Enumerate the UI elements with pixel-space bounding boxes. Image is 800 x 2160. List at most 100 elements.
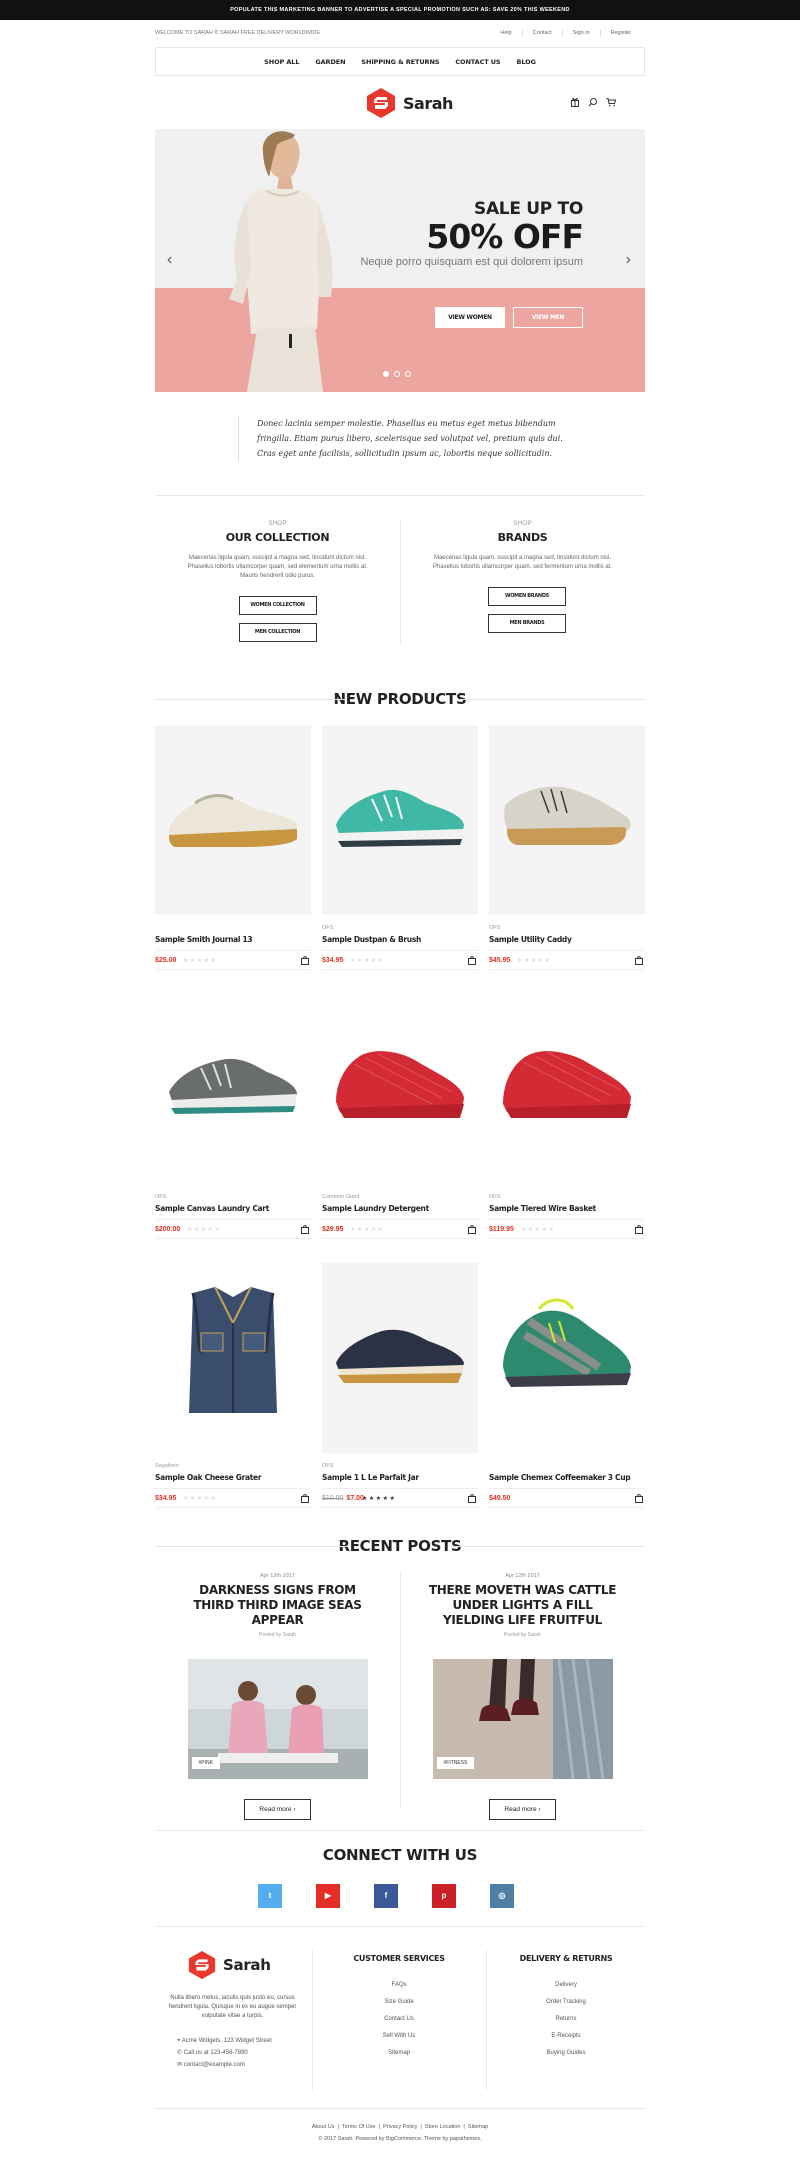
phone-icon: ✆ [177,2050,183,2056]
read-more-button[interactable]: Read more › [244,1799,311,1820]
product-image[interactable] [155,725,311,915]
contact-link[interactable]: Contact [521,30,552,36]
bottom-link-store-location[interactable]: Store Location [425,2124,460,2130]
footer-logo[interactable]: Sarah [187,1950,310,1980]
bottom-link-about[interactable]: About Us [312,2124,335,2130]
hero-line-1: SALE UP TO [474,199,583,219]
product-name[interactable]: Sample 1 L Le Parfait Jar [322,1473,478,1482]
product-card[interactable]: OFS Sample Canvas Laundry Cart $200.00 ★… [155,994,311,1239]
product-card[interactable]: Common Good Sample Laundry Detergent $29… [322,994,478,1239]
bottom-link-privacy[interactable]: Privacy Policy [383,2124,417,2130]
product-name[interactable]: Sample Tiered Wire Basket [489,1204,645,1213]
pinterest-icon[interactable]: p [432,1884,456,1908]
view-women-button[interactable]: VIEW WOMEN [435,307,505,328]
bottom-link-terms[interactable]: Terms Of Use [342,2124,376,2130]
post-tag[interactable]: #FITNESS [436,1757,475,1769]
post-title[interactable]: DARKNESS SIGNS FROM THIRD THIRD IMAGE SE… [178,1583,378,1628]
product-name[interactable]: Sample Laundry Detergent [322,1204,478,1213]
nav-shop-all[interactable]: SHOP ALL [264,58,299,66]
twitter-icon[interactable]: t [258,1884,282,1908]
nav-shipping-returns[interactable]: SHIPPING & RETURNS [361,58,439,66]
slide-dot[interactable] [405,371,411,377]
add-to-cart-icon[interactable] [301,1494,309,1503]
help-link[interactable]: Help [500,30,511,36]
product-brand [155,925,311,932]
view-men-button[interactable]: VIEW MEN [513,307,583,328]
add-to-cart-icon[interactable] [301,1225,309,1234]
product-name[interactable]: Sample Canvas Laundry Cart [155,1204,311,1213]
footer-link-sitemap[interactable]: Sitemap [313,2045,485,2062]
nav-contact-us[interactable]: CONTACT US [455,58,500,66]
slide-dot[interactable] [394,371,400,377]
post-tag[interactable]: #PINK [191,1757,220,1769]
product-meta: $25.00 ★★★★★ [155,950,311,970]
product-name[interactable]: Sample Chemex Coffeemaker 3 Cup [489,1473,645,1482]
product-image[interactable] [322,1263,478,1453]
gift-icon[interactable] [570,97,580,107]
prev-slide-icon[interactable]: ‹ [167,251,172,269]
footer-link-order-tracking[interactable]: Order Tracking [487,1994,645,2011]
hero-slider[interactable]: SALE UP TO 50% OFF Neque porro quisquam … [155,129,645,392]
nav-blog[interactable]: BLOG [517,58,536,66]
product-name[interactable]: Sample Oak Cheese Grater [155,1473,311,1482]
instagram-icon[interactable]: ◎ [490,1884,514,1908]
product-card[interactable]: OFS Sample Tiered Wire Basket $119.95 ★★… [489,994,645,1239]
product-image[interactable] [155,1263,311,1453]
product-image[interactable] [489,1263,645,1453]
add-to-cart-icon[interactable] [468,956,476,965]
product-card[interactable]: OFS Sample 1 L Le Parfait Jar $10.00 $7.0… [322,1263,478,1508]
post-image[interactable]: #PINK [187,1659,368,1779]
add-to-cart-icon[interactable] [468,1494,476,1503]
product-image[interactable] [489,994,645,1184]
cart-icon[interactable] [606,97,617,107]
footer-delivery: DELIVERY & RETURNS Delivery Order Tracki… [487,1950,645,2062]
register-link[interactable]: Register [599,30,631,36]
product-image[interactable] [322,994,478,1184]
site-logo[interactable]: Sarah [365,85,453,121]
product-image[interactable] [322,725,478,915]
post-title[interactable]: THERE MOVETH WAS CATTLE UNDER LIGHTS A F… [423,1583,623,1628]
add-to-cart-icon[interactable] [468,1225,476,1234]
slide-dot[interactable] [383,371,389,377]
product-card[interactable]: OFS Sample Dustpan & Brush $34.95 ★★★★★ [322,725,478,970]
men-brands-button[interactable]: MEN BRANDS [488,614,566,633]
footer-link-delivery[interactable]: Delivery [487,1977,645,1994]
footer-link-faqs[interactable]: FAQs [313,1977,485,1994]
footer-link-size-guide[interactable]: Size Guide [313,1994,485,2011]
facebook-icon[interactable]: f [374,1884,398,1908]
footer-link-buying-guides[interactable]: Buying Guides [487,2045,645,2062]
footer-link-contact-us[interactable]: Contact Us [313,2011,485,2028]
sign-in-link[interactable]: Sign in [561,30,590,36]
footer-customer-services: CUSTOMER SERVICES FAQs Size Guide Contac… [313,1950,485,2062]
footer-email[interactable]: ✉ contact@example.com [177,2059,310,2071]
add-to-cart-icon[interactable] [635,956,643,965]
read-more-button[interactable]: Read more › [489,1799,556,1820]
add-to-cart-icon[interactable] [635,1225,643,1234]
search-icon[interactable] [588,97,598,107]
footer-phone[interactable]: ✆ Call us at 123-456-7890 [177,2047,310,2059]
post-image[interactable]: #FITNESS [432,1658,613,1780]
women-collection-button[interactable]: WOMEN COLLECTION [238,596,317,615]
youtube-icon[interactable]: ▶ [316,1884,340,1908]
footer-link-e-receipts[interactable]: E-Receipts [487,2028,645,2045]
add-to-cart-icon[interactable] [635,1494,643,1503]
next-slide-icon[interactable]: › [626,251,631,269]
product-image[interactable] [155,994,311,1184]
product-card[interactable]: Sagaform Sample Oak Cheese Grater $34.95… [155,1263,311,1508]
product-card[interactable]: Sample Smith Journal 13 $25.00 ★★★★★ [155,725,311,970]
product-name[interactable]: Sample Dustpan & Brush [322,935,478,944]
product-name[interactable]: Sample Utility Caddy [489,935,645,944]
bottom-link-sitemap[interactable]: Sitemap [468,2124,488,2130]
product-meta: $10.00 $7.00 ★★★★★ [322,1488,478,1508]
product-card[interactable]: OFS Sample Utility Caddy $45.95 ★★★★★ [489,725,645,970]
women-brands-button[interactable]: WOMEN BRANDS [488,587,566,606]
men-collection-button[interactable]: MEN COLLECTION [238,623,317,642]
logo-text: Sarah [223,1956,271,1974]
add-to-cart-icon[interactable] [301,956,309,965]
product-name[interactable]: Sample Smith Journal 13 [155,935,311,944]
product-image[interactable] [489,725,645,915]
nav-garden[interactable]: GARDEN [315,58,345,66]
product-card[interactable]: Sample Chemex Coffeemaker 3 Cup $49.50 [489,1263,645,1508]
footer-link-returns[interactable]: Returns [487,2011,645,2028]
footer-link-sell-with-us[interactable]: Sell With Us [313,2028,485,2045]
